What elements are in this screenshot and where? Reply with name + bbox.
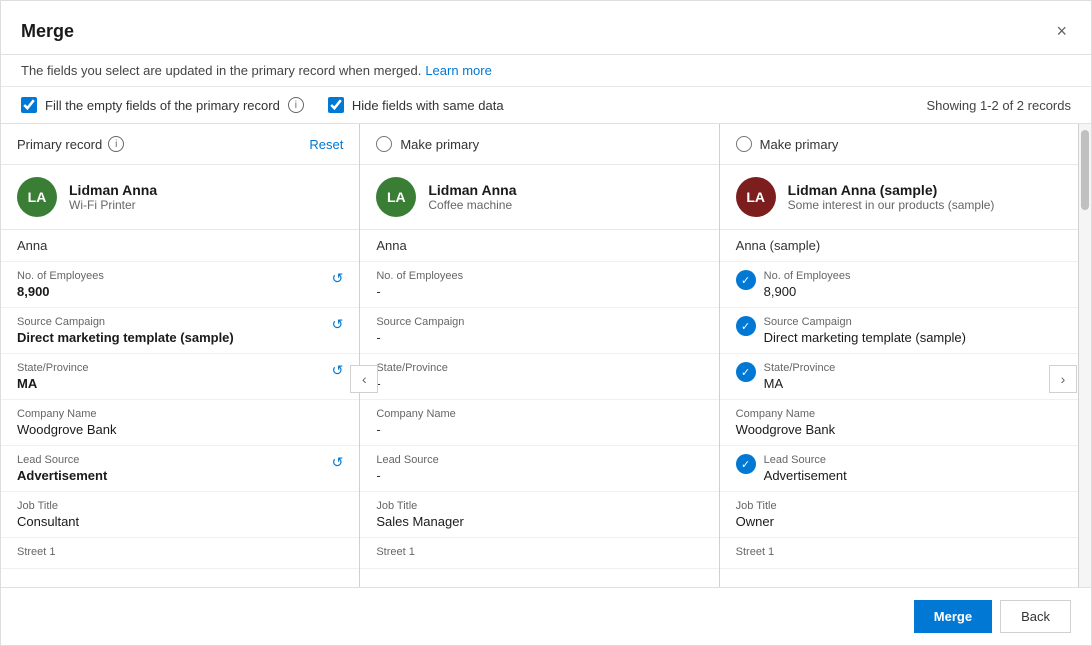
fill-empty-label: Fill the empty fields of the primary rec…	[45, 98, 280, 113]
primary-first-name: Anna	[1, 230, 359, 262]
showing-count: Showing 1-2 of 2 records	[926, 98, 1071, 113]
field-item: Company Name Woodgrove Bank	[720, 400, 1078, 446]
field-item: ✓ Source Campaign Direct marketing templ…	[720, 308, 1078, 354]
field-item: Street 1	[720, 538, 1078, 569]
make-primary-radio-3[interactable]	[736, 136, 752, 152]
field-reset-icon[interactable]: ↺	[332, 454, 344, 471]
record2-record-card: LA Lidman Anna Coffee machine	[360, 165, 718, 230]
field-item: Source Campaign -	[360, 308, 718, 354]
hide-same-checkbox[interactable]	[328, 97, 344, 113]
field-item: Job Title Consultant	[1, 492, 359, 538]
record3-column-header: Make primary	[720, 124, 1078, 165]
record3-column: Make primary LA Lidman Anna (sample) Som…	[720, 124, 1079, 587]
record3-record-subtitle: Some interest in our products (sample)	[788, 198, 995, 212]
field-item: Company Name Woodgrove Bank	[1, 400, 359, 446]
scrollbar[interactable]	[1079, 124, 1091, 587]
fill-empty-info-icon[interactable]: i	[288, 97, 304, 113]
primary-record-info-icon[interactable]: i	[108, 136, 124, 152]
field-item: ✓ No. of Employees 8,900	[720, 262, 1078, 308]
field-item: State/Province -	[360, 354, 718, 400]
checked-icon: ✓	[736, 454, 756, 474]
primary-record-label: Primary record i	[17, 136, 124, 152]
fill-empty-option: Fill the empty fields of the primary rec…	[21, 97, 304, 113]
options-bar: Fill the empty fields of the primary rec…	[1, 87, 1091, 124]
field-item: Lead Source Advertisement ↺	[1, 446, 359, 492]
record2-record-subtitle: Coffee machine	[428, 198, 516, 212]
record3-record-info: Lidman Anna (sample) Some interest in ou…	[788, 182, 995, 212]
primary-column-header: Primary record i Reset	[1, 124, 359, 165]
dialog-footer: Merge Back	[1, 587, 1091, 645]
primary-record-info: Lidman Anna Wi-Fi Printer	[69, 182, 157, 212]
record3-record-name: Lidman Anna (sample)	[788, 182, 995, 198]
close-button[interactable]: ×	[1052, 17, 1071, 46]
reset-button[interactable]: Reset	[309, 137, 343, 152]
record2-record-info: Lidman Anna Coffee machine	[428, 182, 516, 212]
record3-record-card: LA Lidman Anna (sample) Some interest in…	[720, 165, 1078, 230]
field-item: Job Title Owner	[720, 492, 1078, 538]
primary-column: Primary record i Reset LA Lidman Anna Wi…	[1, 124, 360, 587]
primary-record-card: LA Lidman Anna Wi-Fi Printer	[1, 165, 359, 230]
record2-record-name: Lidman Anna	[428, 182, 516, 198]
field-item: Street 1	[1, 538, 359, 569]
field-item: No. of Employees 8,900 ↺	[1, 262, 359, 308]
checked-icon: ✓	[736, 270, 756, 290]
primary-avatar: LA	[17, 177, 57, 217]
record2-column-header: Make primary	[360, 124, 718, 165]
hide-same-label: Hide fields with same data	[352, 98, 504, 113]
field-item: No. of Employees -	[360, 262, 718, 308]
dialog-title: Merge	[21, 21, 74, 42]
make-primary-radio-2[interactable]	[376, 136, 392, 152]
record2-column: Make primary LA Lidman Anna Coffee machi…	[360, 124, 719, 587]
field-item: Job Title Sales Manager	[360, 492, 718, 538]
field-item: ✓ Lead Source Advertisement	[720, 446, 1078, 492]
dialog-subtitle: The fields you select are updated in the…	[1, 55, 1091, 87]
record3-avatar: LA	[736, 177, 776, 217]
merge-button[interactable]: Merge	[914, 600, 992, 633]
checked-icon: ✓	[736, 362, 756, 382]
field-item: Street 1	[360, 538, 718, 569]
field-item: Lead Source -	[360, 446, 718, 492]
field-item: ✓ State/Province MA	[720, 354, 1078, 400]
dialog-header: Merge ×	[1, 1, 1091, 55]
scrollbar-thumb[interactable]	[1081, 130, 1089, 210]
fill-empty-checkbox[interactable]	[21, 97, 37, 113]
field-item: Source Campaign Direct marketing templat…	[1, 308, 359, 354]
record3-first-name: Anna (sample)	[720, 230, 1078, 262]
learn-more-link[interactable]: Learn more	[425, 63, 491, 78]
nav-left-arrow[interactable]: ‹	[350, 365, 378, 393]
merge-dialog: Merge × The fields you select are update…	[0, 0, 1092, 646]
record2-avatar: LA	[376, 177, 416, 217]
back-button[interactable]: Back	[1000, 600, 1071, 633]
field-reset-icon[interactable]: ↺	[332, 270, 344, 287]
field-reset-icon[interactable]: ↺	[332, 362, 344, 379]
primary-record-name: Lidman Anna	[69, 182, 157, 198]
field-item: State/Province MA ↺	[1, 354, 359, 400]
hide-same-option: Hide fields with same data	[328, 97, 504, 113]
checked-icon: ✓	[736, 316, 756, 336]
field-item: Company Name -	[360, 400, 718, 446]
record2-first-name: Anna	[360, 230, 718, 262]
columns-area: Primary record i Reset LA Lidman Anna Wi…	[1, 124, 1091, 587]
field-reset-icon[interactable]: ↺	[332, 316, 344, 333]
primary-record-subtitle: Wi-Fi Printer	[69, 198, 157, 212]
nav-right-arrow[interactable]: ›	[1049, 365, 1077, 393]
